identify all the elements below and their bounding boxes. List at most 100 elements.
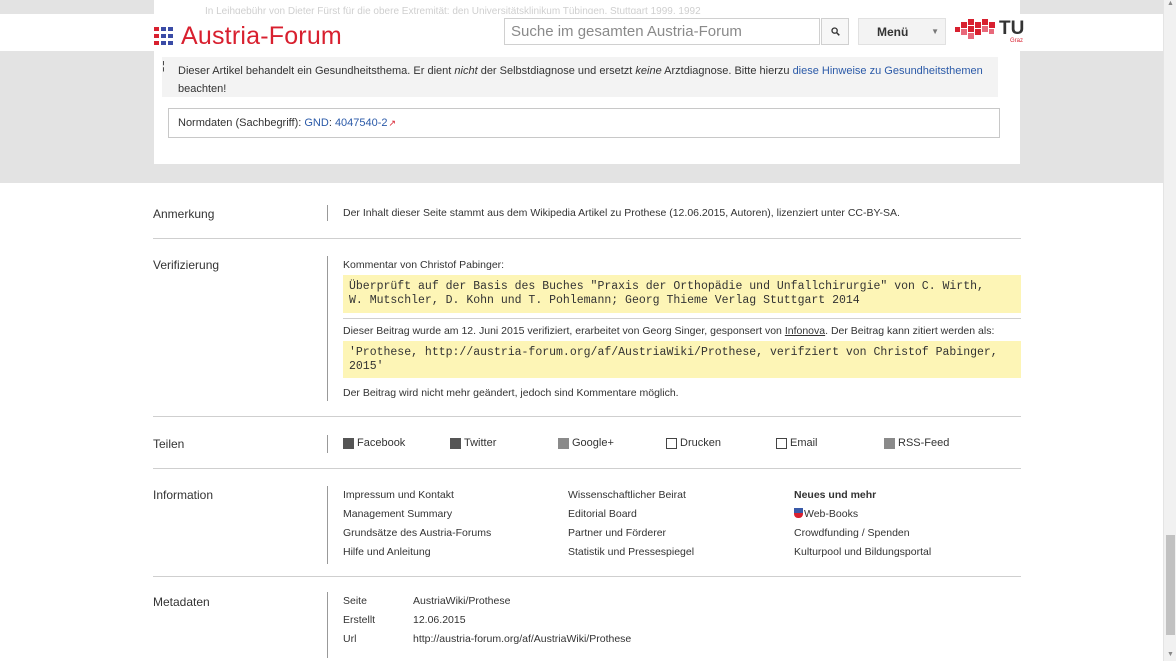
share-label: Email xyxy=(790,437,818,449)
link-partner[interactable]: Partner und Förderer xyxy=(568,524,694,543)
infonova-link[interactable]: Infonova xyxy=(785,325,825,337)
link-crowdfunding[interactable]: Crowdfunding / Spenden xyxy=(794,524,931,543)
metadata-value: AustriaWiki/Prothese xyxy=(413,595,511,607)
metadata-row: Url http://austria-forum.org/af/AustriaW… xyxy=(343,630,631,649)
scroll-up-arrow-icon[interactable]: ▲ xyxy=(1166,0,1175,10)
section-divider xyxy=(327,256,328,401)
comment-quote: Überprüft auf der Basis des Buches "Prax… xyxy=(343,275,1021,313)
verified-statement: Dieser Beitrag wurde am 12. Juni 2015 ve… xyxy=(343,324,1021,341)
comment-heading: Kommentar von Christof Pabinger: xyxy=(343,259,505,271)
section-information: Information Impressum und Kontakt Manage… xyxy=(153,486,1021,564)
google-plus-icon xyxy=(558,437,569,449)
metadata-key: Seite xyxy=(343,595,367,607)
info-column-1: Impressum und Kontakt Management Summary… xyxy=(343,486,491,562)
verifizierung-content: Kommentar von Christof Pabinger: Überprü… xyxy=(343,258,1021,400)
search-icon xyxy=(830,27,840,36)
metadata-row: Erstellt 12.06.2015 xyxy=(343,611,631,630)
link-editorial-board[interactable]: Editorial Board xyxy=(568,505,694,524)
scrollbar-thumb[interactable] xyxy=(1166,535,1175,635)
site-logo[interactable]: Austria-Forum xyxy=(154,22,342,50)
info-column-2: Wissenschaftlicher Beirat Editorial Boar… xyxy=(568,486,694,562)
anmerkung-text: Der Inhalt dieser Seite stammt aus dem W… xyxy=(343,207,900,219)
citation-box: 'Prothese, http://austria-forum.org/af/A… xyxy=(343,341,1021,378)
link-impressum[interactable]: Impressum und Kontakt xyxy=(343,486,491,505)
search-field[interactable] xyxy=(504,18,820,45)
tu-graz-logo[interactable]: TU Graz xyxy=(955,18,1025,46)
notice-text-part: Dieser Artikel behandelt ein Gesundheits… xyxy=(178,65,455,77)
chevron-down-icon: ▼ xyxy=(931,27,939,36)
search-input[interactable] xyxy=(505,19,819,44)
metadata-table: Seite AustriaWiki/Prothese Erstellt 12.0… xyxy=(343,592,631,649)
anmerkung-label: Anmerkung xyxy=(153,207,215,221)
teilen-label: Teilen xyxy=(153,437,185,451)
rss-icon xyxy=(884,437,895,449)
logo-text: Austria-Forum xyxy=(181,22,342,50)
facebook-icon xyxy=(343,437,354,449)
menu-button[interactable]: Menü ▼ xyxy=(858,18,946,45)
notice-text-part: der Selbstdiagnose und ersetzt xyxy=(477,65,636,77)
share-facebook[interactable]: Facebook xyxy=(343,437,405,449)
external-link-icon: ↗ xyxy=(388,118,397,128)
section-separator xyxy=(153,468,1021,469)
health-notice: ¦ Dieser Artikel behandelt ein Gesundhei… xyxy=(162,57,998,97)
closing-note: Der Beitrag wird nicht mehr geändert, je… xyxy=(343,387,679,399)
section-separator xyxy=(153,416,1021,417)
link-kulturpool[interactable]: Kulturpool und Bildungsportal xyxy=(794,543,931,562)
scroll-down-arrow-icon[interactable]: ▼ xyxy=(1166,651,1175,661)
section-divider xyxy=(327,205,328,221)
verified-text: Dieser Beitrag wurde am 12. Juni 2015 ve… xyxy=(343,325,785,337)
normdaten-label: Normdaten (Sachbegriff): xyxy=(178,117,305,129)
citation-line: 2015' xyxy=(349,360,384,373)
metadata-row: Seite AustriaWiki/Prothese xyxy=(343,592,631,611)
share-print[interactable]: Drucken xyxy=(666,437,721,449)
section-verifizierung: Verifizierung Kommentar von Christof Pab… xyxy=(153,256,1021,403)
verified-text: . Der Beitrag kann zitiert werden als: xyxy=(825,325,995,337)
search-button[interactable] xyxy=(821,18,849,45)
notice-emphasis: keine xyxy=(635,65,662,77)
link-management-summary[interactable]: Management Summary xyxy=(343,505,491,524)
link-web-books[interactable]: Web-Books xyxy=(794,505,931,524)
austria-forum-logo-icon xyxy=(154,26,175,46)
section-divider xyxy=(327,435,328,453)
share-links: Facebook Twitter Google+ Drucken Email R… xyxy=(343,437,1023,455)
section-anmerkung: Anmerkung Der Inhalt dieser Seite stammt… xyxy=(153,205,1021,221)
metadata-value: http://austria-forum.org/af/AustriaWiki/… xyxy=(413,633,632,645)
metadata-value: 12.06.2015 xyxy=(413,614,466,626)
neues-heading: Neues und mehr xyxy=(794,489,877,501)
notice-marker: ¦ xyxy=(162,60,165,72)
link-statistik[interactable]: Statistik und Pressespiegel xyxy=(568,543,694,562)
print-icon xyxy=(666,437,677,449)
content-divider xyxy=(343,318,1021,319)
metadaten-label: Metadaten xyxy=(153,595,210,609)
share-twitter[interactable]: Twitter xyxy=(450,437,496,449)
section-divider xyxy=(327,592,328,658)
link-beirat[interactable]: Wissenschaftlicher Beirat xyxy=(568,486,694,505)
comment-line: W. Mutschler, D. Kohn und T. Pohlemann; … xyxy=(349,294,860,307)
twitter-icon xyxy=(450,437,461,449)
share-label: Facebook xyxy=(357,437,406,449)
site-header: Austria-Forum Menü ▼ TU Graz xyxy=(0,14,1163,51)
web-books-icon xyxy=(794,508,803,518)
link-grundsaetze[interactable]: Grundsätze des Austria-Forums xyxy=(343,524,491,543)
email-icon xyxy=(776,437,787,449)
share-google-plus[interactable]: Google+ xyxy=(558,437,614,449)
share-email[interactable]: Email xyxy=(776,437,818,449)
share-rss[interactable]: RSS-Feed xyxy=(884,437,949,449)
health-hints-link[interactable]: diese Hinweise zu Gesundheitsthemen xyxy=(793,65,983,77)
vertical-scrollbar[interactable]: ▲ ▼ xyxy=(1163,0,1176,661)
tu-logo-subtext: Graz xyxy=(1010,38,1024,44)
section-teilen: Teilen Facebook Twitter Google+ Drucken … xyxy=(153,435,1023,455)
gnd-value-link[interactable]: 4047540-2 xyxy=(335,117,388,129)
share-label: Drucken xyxy=(680,437,721,449)
section-separator xyxy=(153,238,1021,239)
notice-text-part: Arztdiagnose. Bitte hierzu xyxy=(661,65,793,77)
normdaten-box: Normdaten (Sachbegriff): GND: 4047540-2↗ xyxy=(168,108,1000,138)
gnd-link[interactable]: GND xyxy=(304,117,328,129)
citation-line: 'Prothese, http://austria-forum.org/af/A… xyxy=(349,346,998,359)
info-column-3: Neues und mehr Web-Books Crowdfunding / … xyxy=(794,486,931,562)
verifizierung-label: Verifizierung xyxy=(153,258,220,272)
section-separator xyxy=(153,576,1021,577)
section-divider xyxy=(327,486,328,564)
link-hilfe[interactable]: Hilfe und Anleitung xyxy=(343,543,491,562)
comment-line: Überprüft auf der Basis des Buches "Prax… xyxy=(349,280,984,293)
